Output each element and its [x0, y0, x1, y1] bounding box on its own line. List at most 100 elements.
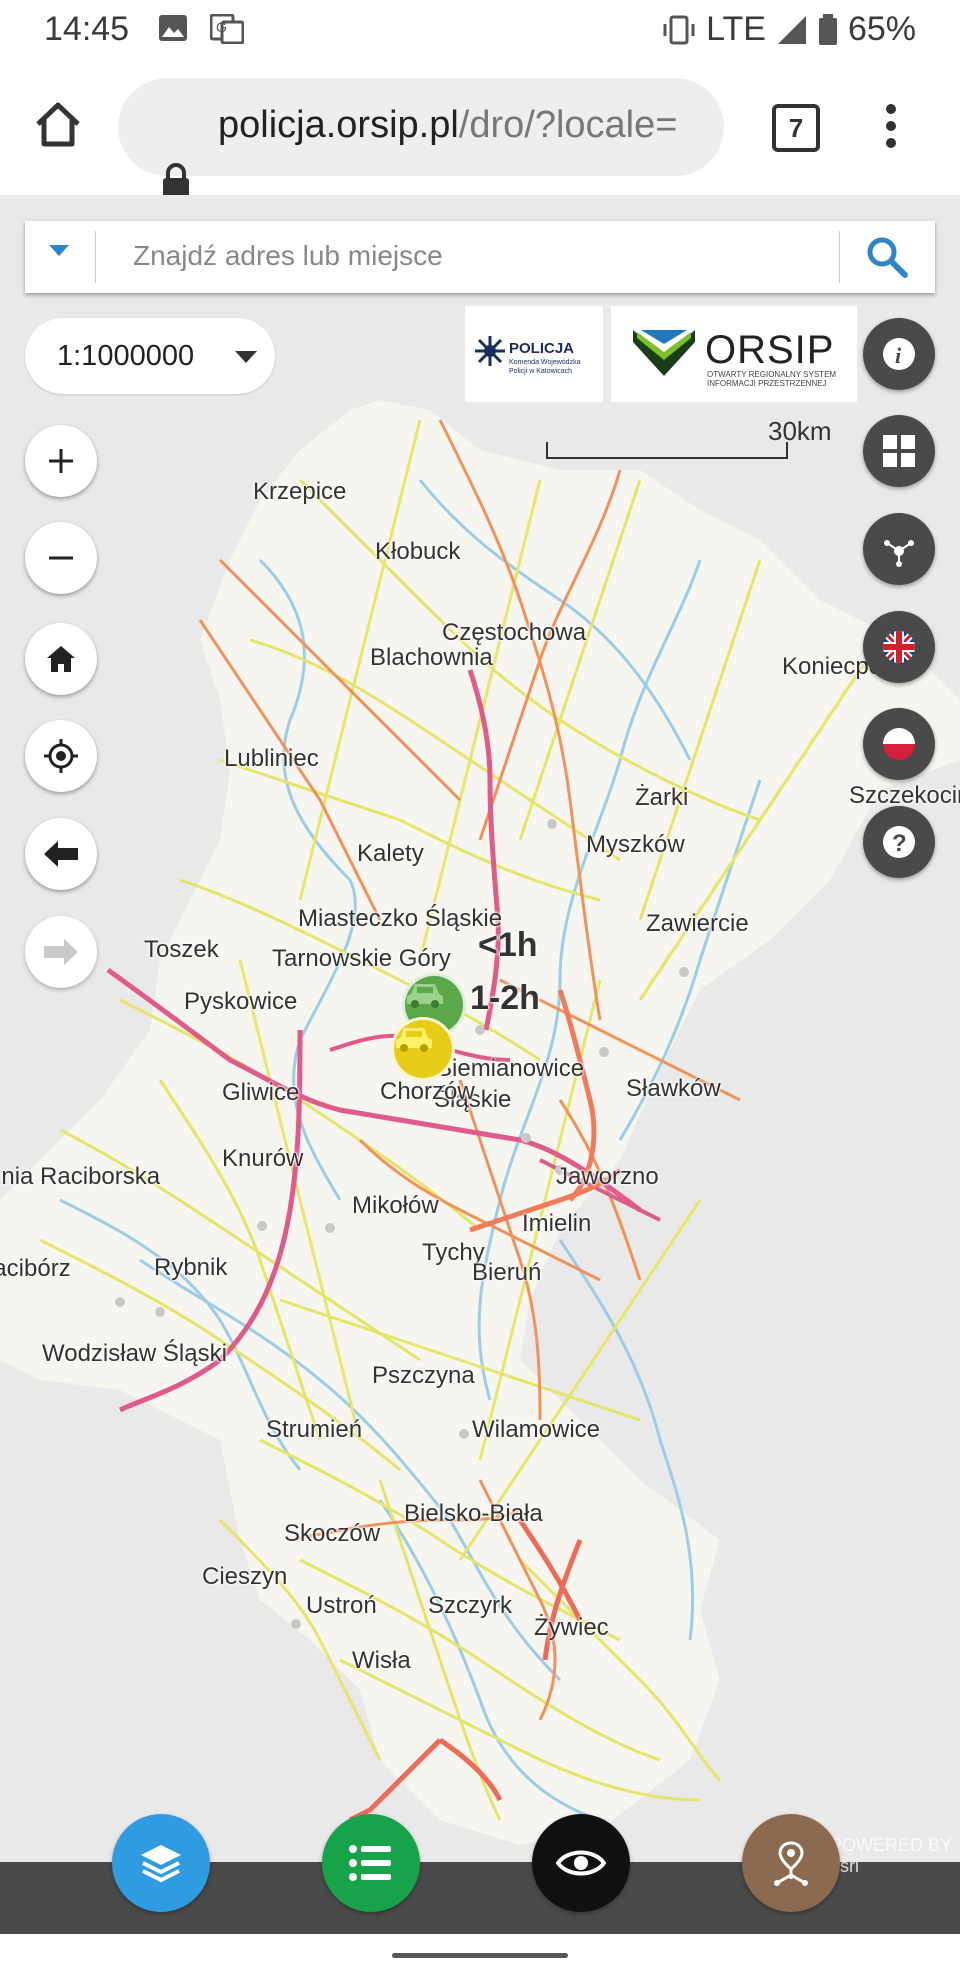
url-text[interactable]: policja.orsip.pl/dro/?locale= [218, 104, 703, 147]
signal-icon [777, 15, 806, 44]
battery-icon [818, 13, 837, 45]
police-logo-title: POLICJA [509, 340, 575, 357]
place-label: Kłobuck [375, 538, 461, 565]
search-divider [839, 231, 840, 283]
layers-icon [141, 1845, 181, 1883]
locate-button[interactable] [25, 720, 97, 792]
routing-button[interactable] [742, 1814, 840, 1912]
minus-icon [49, 556, 73, 560]
delay-label-long: 1-2h [470, 979, 540, 1017]
list-icon [349, 1845, 391, 1881]
place-label: Blachownia [370, 644, 493, 671]
info-icon: i [883, 338, 915, 370]
legend-button[interactable] [322, 1814, 420, 1912]
eye-icon [556, 1850, 606, 1876]
grid-icon [883, 435, 915, 467]
car-marker-yellow[interactable] [391, 1017, 455, 1081]
place-label: Cieszyn [202, 1563, 288, 1590]
place-label: Knurów [222, 1145, 304, 1172]
arrow-left-icon [44, 841, 78, 867]
network-type: LTE [706, 10, 766, 48]
place-label: Wilamowice [472, 1416, 601, 1443]
esri-attribution: POWERED BY esri [830, 1835, 952, 1876]
arrow-right-icon [44, 939, 78, 965]
place-label: Żywiec [534, 1614, 609, 1641]
share-icon [884, 540, 914, 567]
search-bar: Znajdź adres lub miejsce [25, 221, 935, 293]
orsip-logo-subtitle: OTWARTY REGIONALNY SYSTEM INFORMACJI PRZ… [707, 370, 837, 388]
place-label: Imielin [522, 1210, 592, 1237]
zoom-in-button[interactable] [25, 425, 97, 497]
orsip-logo-title: ORSIP [705, 328, 835, 372]
url-domain: policja.orsip.pl [218, 104, 459, 146]
previous-extent-button[interactable] [25, 818, 97, 890]
browser-toolbar: policja.orsip.pl/dro/?locale= 7 [0, 60, 960, 200]
place-label: Strumień [266, 1416, 363, 1443]
scale-select[interactable]: 1:1000000 [25, 318, 275, 394]
place-label: Myszków [586, 831, 685, 858]
place-label: Bielsko-Biała [404, 1500, 543, 1527]
police-logo-subtitle: Komenda Wojewódzka Policji w Katowicach [509, 359, 581, 375]
help-button[interactable]: ? [863, 806, 935, 878]
place-label: Pyskowice [184, 988, 298, 1015]
place-label: Kuźnia Raciborska [0, 1163, 161, 1190]
place-label: Sławków [626, 1075, 721, 1102]
place-label: Miasteczko Śląskie [298, 905, 503, 932]
region-area [0, 400, 960, 1845]
place-label: Bieruń [472, 1259, 542, 1286]
place-label: Skoczów [284, 1520, 381, 1547]
search-source-dropdown[interactable] [49, 245, 69, 256]
place-label: Zawiercie [646, 910, 749, 937]
visibility-button[interactable] [532, 1814, 630, 1912]
translate-notification-icon: G [210, 14, 244, 44]
place-label: Krzepice [253, 478, 347, 505]
place-label: Wisła [352, 1647, 411, 1674]
place-label: Jaworzno [556, 1163, 659, 1190]
home-extent-button[interactable] [25, 623, 97, 695]
search-icon[interactable] [865, 235, 909, 279]
basemap-gallery-button[interactable] [863, 415, 935, 487]
place-label: Toszek [144, 936, 219, 963]
plus-icon [49, 449, 73, 473]
search-input[interactable]: Znajdź adres lub miejsce [133, 240, 443, 272]
svg-text:G: G [216, 19, 227, 35]
scale-bar [546, 442, 788, 459]
place-label: Gliwice [222, 1079, 300, 1106]
status-right: LTE 65% [662, 10, 916, 49]
locate-icon [44, 739, 78, 773]
battery-percent: 65% [847, 10, 916, 48]
police-star-icon [475, 336, 505, 366]
place-label: Żarki [635, 784, 689, 811]
language-polish-button[interactable] [863, 708, 935, 780]
chevron-down-icon [235, 351, 257, 363]
place-label: Rybnik [154, 1254, 228, 1281]
car-icon [407, 984, 443, 1008]
pl-flag-icon [883, 728, 915, 760]
info-button[interactable]: i [863, 318, 935, 390]
car-icon [396, 1028, 432, 1052]
zoom-out-button[interactable] [25, 522, 97, 594]
more-menu-icon[interactable] [876, 102, 906, 150]
url-path: /dro/?locale= [458, 104, 678, 146]
place-label: Racibórz [0, 1255, 71, 1282]
place-label: Kalety [357, 840, 424, 867]
orsip-logo: ORSIP OTWARTY REGIONALNY SYSTEM INFORMAC… [611, 306, 857, 402]
layers-button[interactable] [112, 1814, 210, 1912]
vibrate-icon [663, 15, 695, 44]
gesture-handle[interactable] [392, 1953, 568, 1958]
language-english-button[interactable] [863, 611, 935, 683]
home-icon[interactable] [34, 100, 82, 148]
svg-text:?: ? [892, 830, 907, 857]
place-label: Pszczyna [372, 1362, 475, 1389]
tab-switcher-button[interactable]: 7 [772, 104, 820, 152]
help-icon: ? [883, 826, 915, 858]
place-label: Mikołów [352, 1192, 439, 1219]
place-label: Wodzisław Śląski [42, 1340, 227, 1367]
status-bar: 14:45 G LTE 65% [0, 0, 960, 60]
place-label: Ustroń [306, 1592, 377, 1619]
orsip-chevron-icon [633, 330, 695, 376]
share-button[interactable] [863, 513, 935, 585]
uk-flag-icon [883, 631, 915, 663]
next-extent-button[interactable] [25, 916, 97, 988]
status-time: 14:45 [44, 10, 130, 48]
